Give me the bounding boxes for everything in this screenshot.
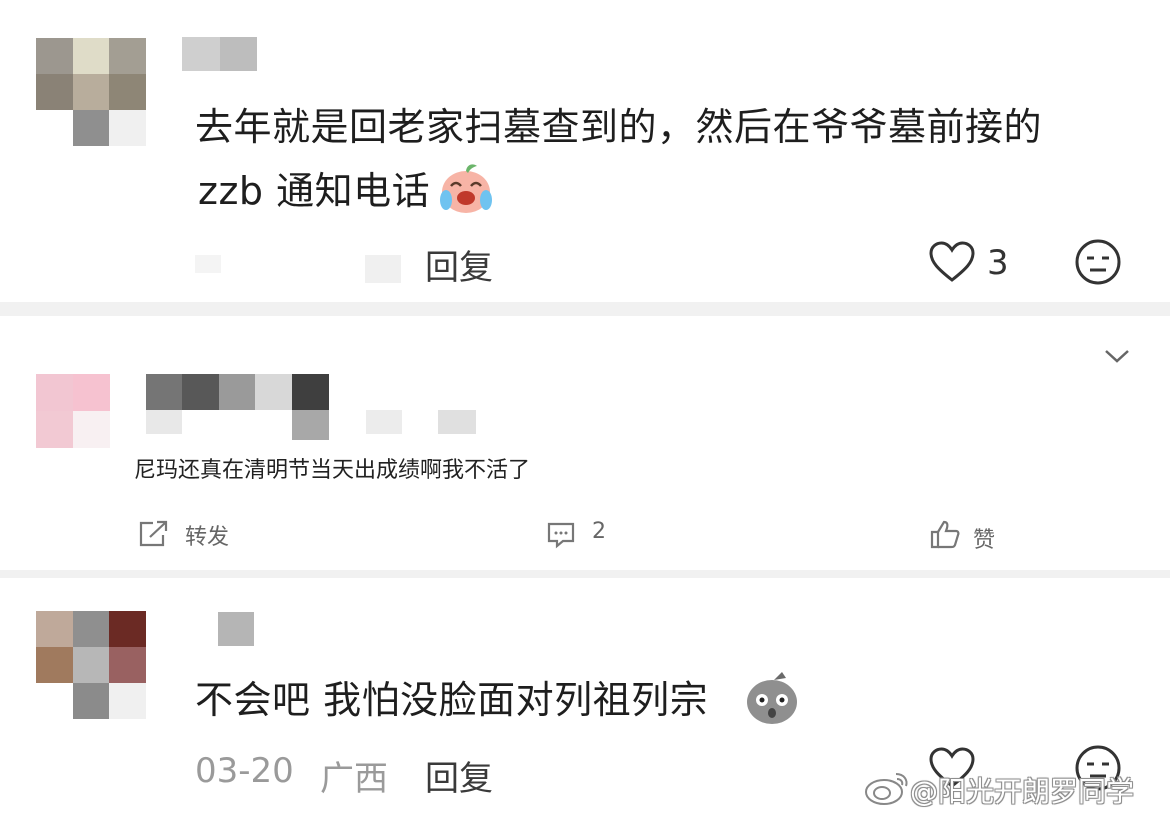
heart-icon[interactable]: [928, 240, 976, 284]
weibo-post-text: 尼玛还真在清明节当天出成绩啊我不活了: [134, 458, 531, 483]
avatar[interactable]: [36, 374, 110, 448]
neutral-face-icon[interactable]: [1074, 238, 1122, 286]
crying-laughing-emoji-icon: [440, 164, 492, 213]
blurred-time: [195, 255, 221, 273]
blurred-location: [365, 255, 401, 283]
comment-date: 03-20: [195, 751, 294, 791]
like-count: 3: [987, 243, 1009, 283]
weibo-post-card: 尼玛还真在清明节当天出成绩啊我不活了 转发 2 赞: [0, 316, 1170, 570]
comment-card-1: 去年就是回老家扫墓查到的，然后在爷爷墓前接的 zzb 通知电话 回复 3: [0, 0, 1170, 302]
comment-location: 广西: [320, 759, 388, 799]
repost-icon[interactable]: [137, 519, 169, 549]
comment-text-line-2: zzb 通知电话: [198, 169, 431, 213]
shocked-face-emoji-icon: [747, 672, 797, 724]
avatar[interactable]: [36, 38, 146, 146]
comment-text-line-1: 去年就是回老家扫墓查到的，然后在爷爷墓前接的: [195, 105, 1043, 149]
username-redacted[interactable]: [218, 612, 254, 646]
reply-button[interactable]: 回复: [425, 751, 493, 800]
chevron-down-icon[interactable]: [1102, 346, 1132, 366]
reply-button[interactable]: 回复: [425, 240, 493, 289]
comment-card-2: 不会吧 我怕没脸面对列祖列宗 03-20 广西 回复 @阳光开朗罗同学: [0, 578, 1170, 817]
repost-button[interactable]: 转发: [185, 519, 229, 551]
weibo-logo-icon: [865, 773, 908, 805]
comment-count[interactable]: 2: [592, 519, 606, 544]
avatar[interactable]: [36, 611, 146, 719]
comment-text: 不会吧 我怕没脸面对列祖列宗: [195, 678, 709, 722]
like-button[interactable]: 赞: [973, 522, 995, 554]
watermark: @阳光开朗罗同学: [910, 775, 1135, 808]
comment-icon[interactable]: [546, 521, 576, 549]
username-redacted[interactable]: [146, 374, 476, 440]
thumbs-up-icon[interactable]: [929, 519, 961, 549]
username-redacted[interactable]: [182, 37, 257, 71]
